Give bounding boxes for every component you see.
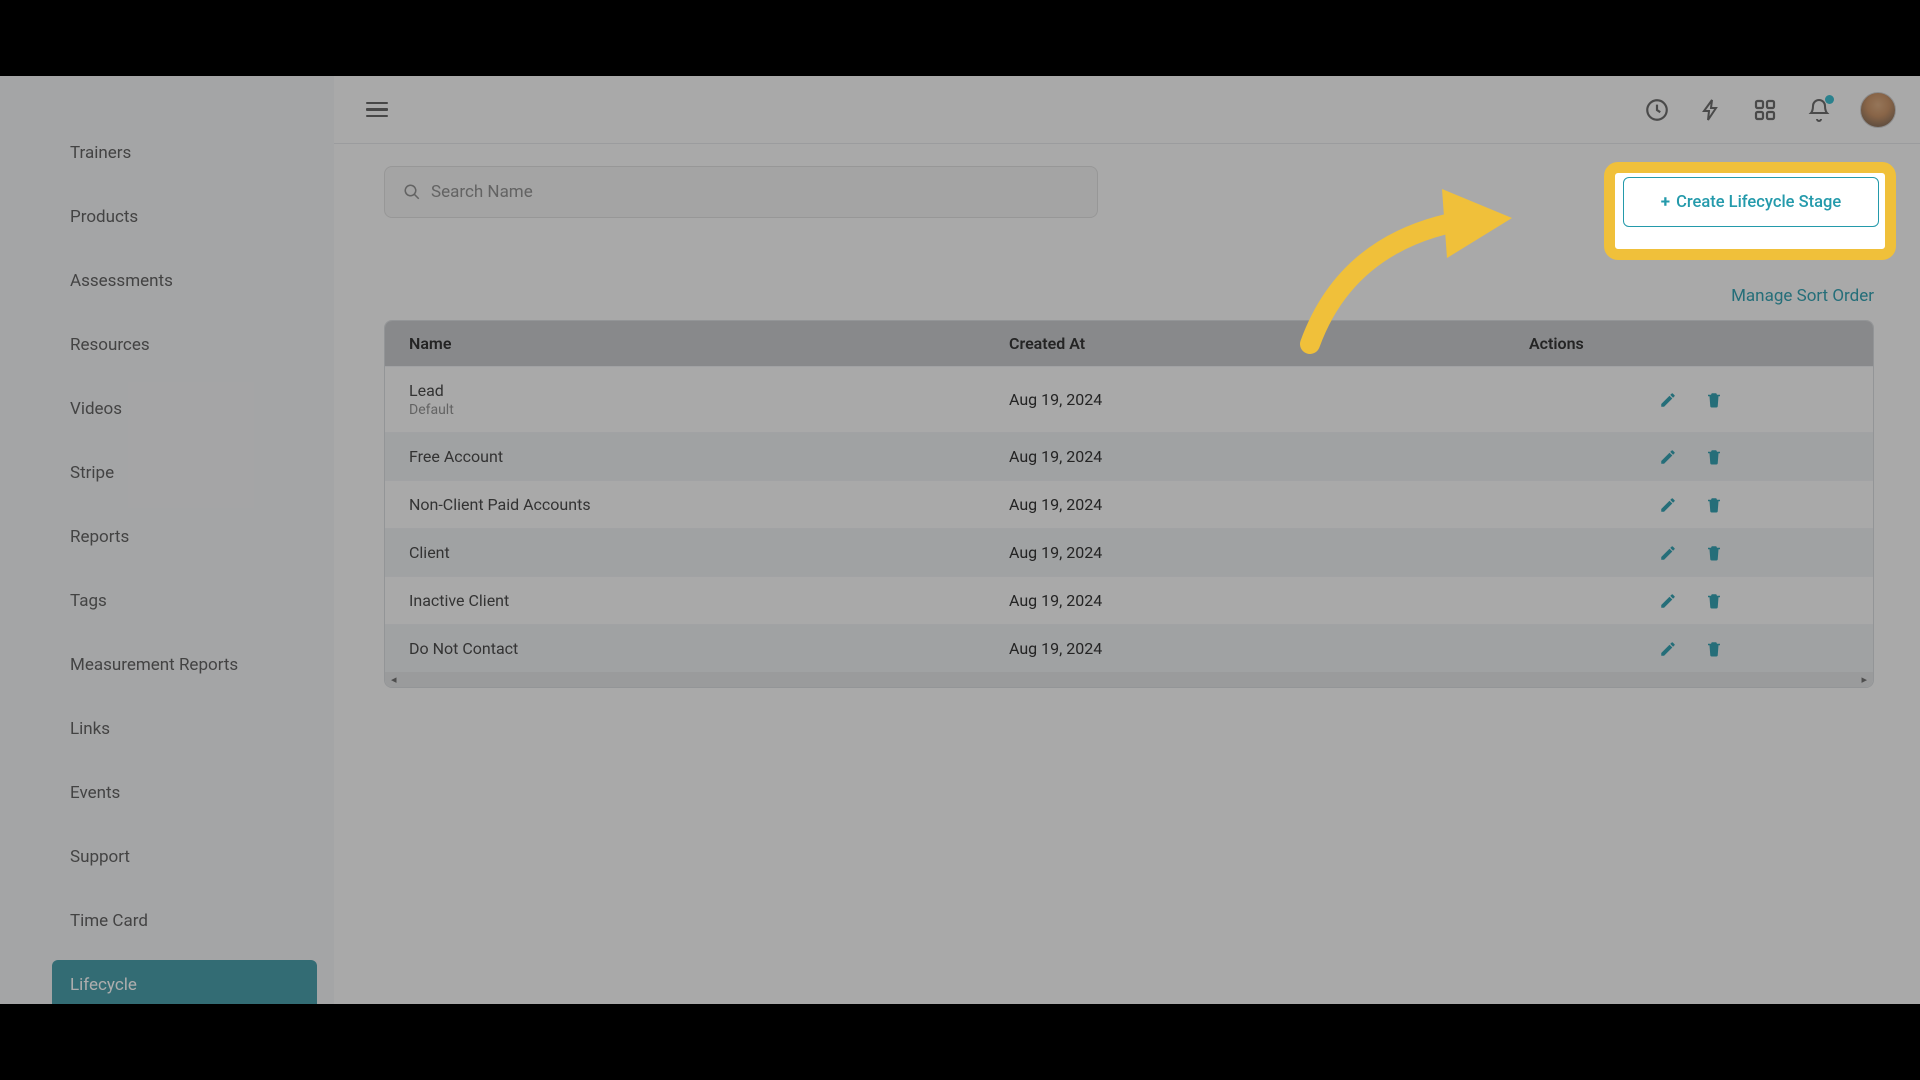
search-create-row: Search Name + Create Lifecycle Stage bbox=[384, 166, 1874, 218]
create-button-label: Create Lifecycle Stage bbox=[1676, 193, 1841, 212]
header-name: Name bbox=[409, 334, 1009, 353]
clock-icon[interactable] bbox=[1644, 97, 1670, 123]
sidebar-item-events[interactable]: Events bbox=[52, 768, 317, 818]
lifecycle-table: Name Created At Actions LeadDefaultAug 1… bbox=[384, 320, 1874, 688]
edit-icon[interactable] bbox=[1659, 496, 1677, 514]
cell-name: Free Account bbox=[409, 447, 1009, 466]
cell-name: Inactive Client bbox=[409, 591, 1009, 610]
cell-created-at: Aug 19, 2024 bbox=[1009, 447, 1529, 466]
table-header-row: Name Created At Actions bbox=[385, 321, 1873, 366]
letterbox-bottom bbox=[0, 1004, 1920, 1080]
search-icon bbox=[403, 183, 421, 201]
cell-actions bbox=[1529, 496, 1849, 514]
cell-name: Do Not Contact bbox=[409, 639, 1009, 658]
scroll-right-icon[interactable]: ▸ bbox=[1861, 673, 1867, 686]
scroll-left-icon[interactable]: ◂ bbox=[391, 673, 397, 686]
cell-actions bbox=[1529, 448, 1849, 466]
table-row: Inactive ClientAug 19, 2024 bbox=[385, 576, 1873, 624]
trash-icon[interactable] bbox=[1705, 496, 1723, 514]
trash-icon[interactable] bbox=[1705, 448, 1723, 466]
cell-name: Client bbox=[409, 543, 1009, 562]
header-actions: Actions bbox=[1529, 334, 1849, 353]
cell-actions bbox=[1529, 592, 1849, 610]
sidebar-item-reports[interactable]: Reports bbox=[52, 512, 317, 562]
cell-created-at: Aug 19, 2024 bbox=[1009, 591, 1529, 610]
main-area: Search Name + Create Lifecycle Stage Man… bbox=[334, 76, 1920, 1004]
horizontal-scrollbar[interactable]: ◂ ▸ bbox=[385, 672, 1873, 687]
cell-actions bbox=[1529, 544, 1849, 562]
lightning-icon[interactable] bbox=[1698, 97, 1724, 123]
sidebar-item-measurement-reports[interactable]: Measurement Reports bbox=[52, 640, 317, 690]
user-avatar[interactable] bbox=[1860, 92, 1896, 128]
topbar-actions bbox=[1644, 92, 1896, 128]
cell-created-at: Aug 19, 2024 bbox=[1009, 543, 1529, 562]
table-row: Non-Client Paid AccountsAug 19, 2024 bbox=[385, 480, 1873, 528]
table-row: ClientAug 19, 2024 bbox=[385, 528, 1873, 576]
edit-icon[interactable] bbox=[1659, 448, 1677, 466]
sidebar-item-time-card[interactable]: Time Card bbox=[52, 896, 317, 946]
cell-actions bbox=[1529, 640, 1849, 658]
sidebar-item-support[interactable]: Support bbox=[52, 832, 317, 882]
plus-icon: + bbox=[1661, 192, 1670, 212]
edit-icon[interactable] bbox=[1659, 391, 1677, 409]
sidebar: Trainers Products Assessments Resources Vide… bbox=[0, 76, 334, 1004]
trash-icon[interactable] bbox=[1705, 544, 1723, 562]
table-row: Free AccountAug 19, 2024 bbox=[385, 432, 1873, 480]
app-viewport: Trainers Products Assessments Resources Vide… bbox=[0, 76, 1920, 1004]
cell-created-at: Aug 19, 2024 bbox=[1009, 495, 1529, 514]
manage-sort-order-link[interactable]: Manage Sort Order bbox=[1731, 286, 1874, 306]
content-area: Search Name + Create Lifecycle Stage Man… bbox=[384, 166, 1874, 688]
apps-grid-icon[interactable] bbox=[1752, 97, 1778, 123]
table-row: Do Not ContactAug 19, 2024 bbox=[385, 624, 1873, 672]
sidebar-item-resources[interactable]: Resources bbox=[52, 320, 317, 370]
sidebar-item-stripe[interactable]: Stripe bbox=[52, 448, 317, 498]
topbar bbox=[334, 76, 1920, 144]
bell-icon[interactable] bbox=[1806, 97, 1832, 123]
sidebar-item-trainers[interactable]: Trainers bbox=[52, 128, 317, 178]
sidebar-item-products[interactable]: Products bbox=[52, 192, 317, 242]
table-row: LeadDefaultAug 19, 2024 bbox=[385, 366, 1873, 432]
cell-created-at: Aug 19, 2024 bbox=[1009, 639, 1529, 658]
sidebar-nav: Trainers Products Assessments Resources Vide… bbox=[52, 128, 317, 1024]
header-created-at: Created At bbox=[1009, 334, 1529, 353]
trash-icon[interactable] bbox=[1705, 391, 1723, 409]
edit-icon[interactable] bbox=[1659, 544, 1677, 562]
sidebar-item-links[interactable]: Links bbox=[52, 704, 317, 754]
cell-name: Non-Client Paid Accounts bbox=[409, 495, 1009, 514]
letterbox-top bbox=[0, 0, 1920, 76]
cell-name: LeadDefault bbox=[409, 381, 1009, 418]
notification-dot bbox=[1825, 95, 1834, 104]
create-lifecycle-stage-button[interactable]: + Create Lifecycle Stage bbox=[1623, 177, 1879, 227]
hamburger-menu-icon[interactable] bbox=[358, 90, 396, 130]
search-placeholder: Search Name bbox=[431, 182, 533, 202]
manage-row: Manage Sort Order bbox=[384, 286, 1874, 306]
sidebar-item-assessments[interactable]: Assessments bbox=[52, 256, 317, 306]
trash-icon[interactable] bbox=[1705, 592, 1723, 610]
trash-icon[interactable] bbox=[1705, 640, 1723, 658]
cell-created-at: Aug 19, 2024 bbox=[1009, 390, 1529, 409]
sidebar-item-lifecycle[interactable]: Lifecycle bbox=[52, 960, 317, 1010]
sidebar-item-tags[interactable]: Tags bbox=[52, 576, 317, 626]
sidebar-item-videos[interactable]: Videos bbox=[52, 384, 317, 434]
edit-icon[interactable] bbox=[1659, 640, 1677, 658]
search-input[interactable]: Search Name bbox=[384, 166, 1098, 218]
cell-actions bbox=[1529, 391, 1849, 409]
edit-icon[interactable] bbox=[1659, 592, 1677, 610]
